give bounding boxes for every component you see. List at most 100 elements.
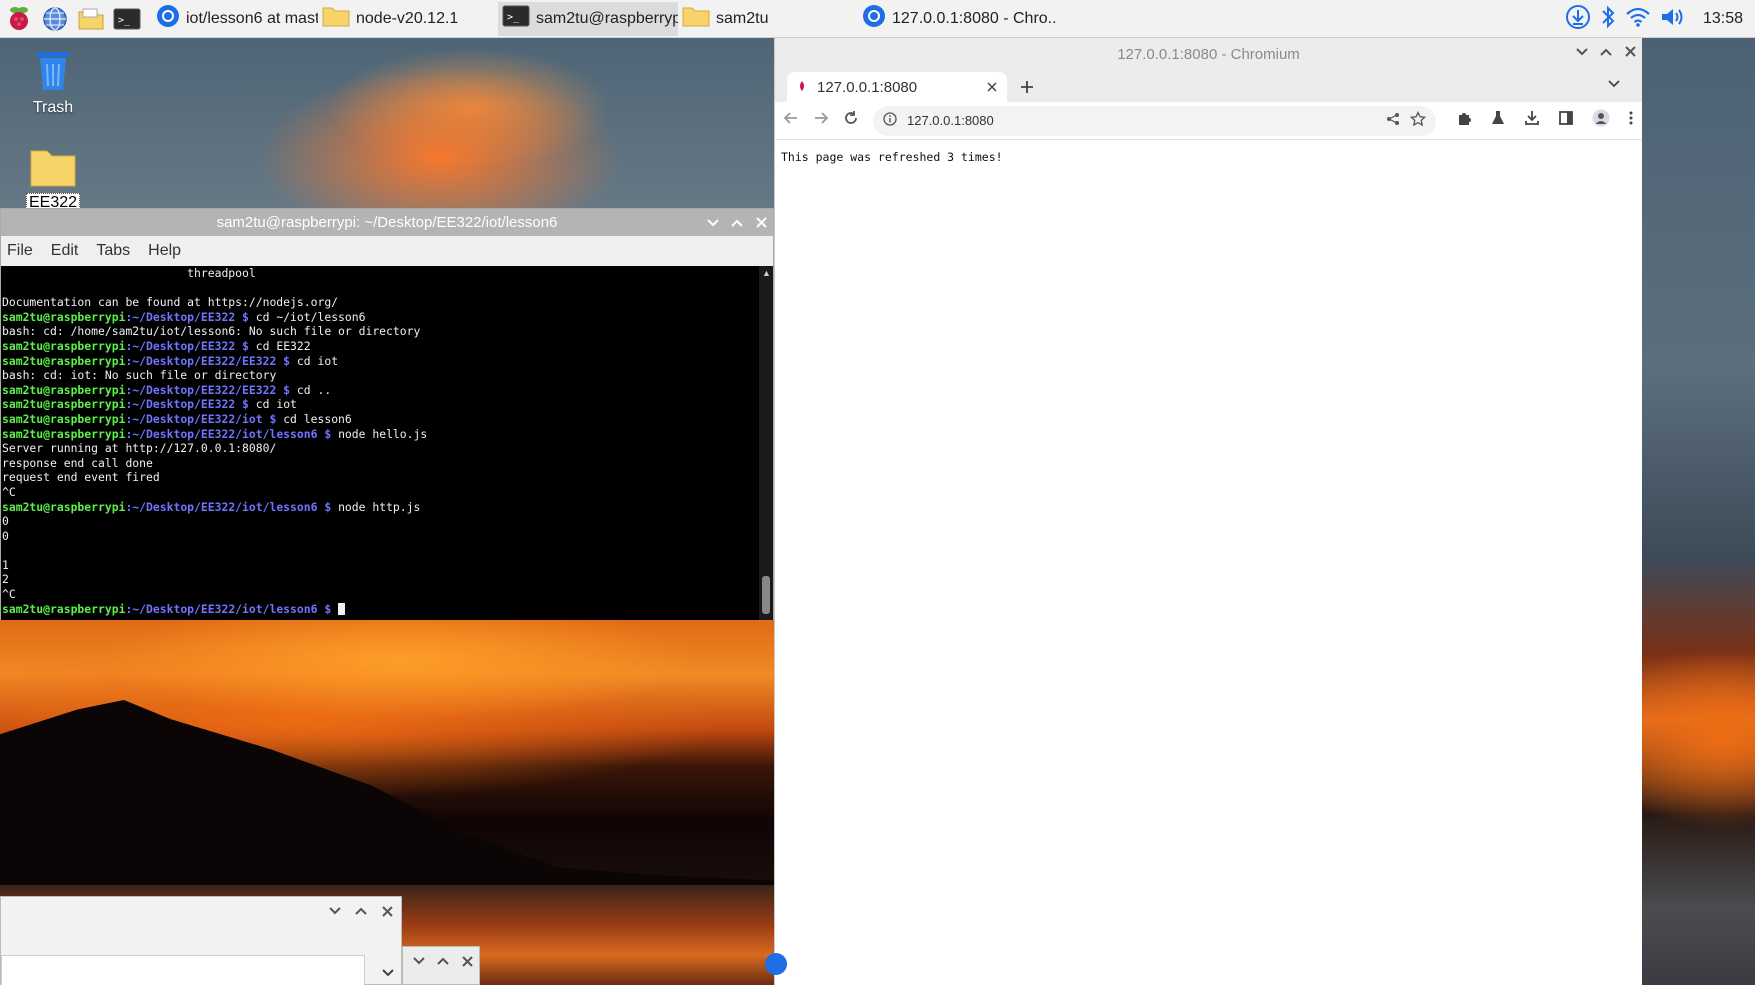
prompt-user: sam2tu@raspberrypi [2, 426, 126, 441]
task-github-browser[interactable]: iot/lesson6 at master... [152, 2, 318, 36]
clock[interactable]: 13:58 [1703, 10, 1743, 28]
prompt-command: node hello.js [338, 426, 428, 441]
reload-icon[interactable] [843, 110, 859, 131]
kebab-menu-icon[interactable] [1628, 110, 1634, 131]
tab-title: 127.0.0.1:8080 [817, 78, 918, 96]
prompt-dollar: $ [235, 309, 256, 324]
maximize-icon[interactable] [355, 905, 367, 917]
scrollbar-thumb[interactable] [762, 576, 770, 614]
raspberry-menu-icon[interactable] [2, 2, 36, 36]
prompt-path: :~/Desktop/EE322/iot [125, 411, 263, 426]
minimized-window-panel[interactable] [0, 896, 402, 985]
terminal-output-line: 1 [2, 557, 9, 572]
terminal-output-line: bash: cd: /home/sam2tu/iot/lesson6: No s… [2, 324, 421, 339]
chevron-down-icon[interactable] [707, 217, 719, 229]
terminal-output-line: threadpool [2, 266, 256, 280]
maximize-icon[interactable] [731, 217, 743, 229]
terminal-prompt-line: sam2tu@raspberrypi:~/Desktop/EE322/iot/l… [2, 602, 761, 617]
terminal-output[interactable]: threadpool Documentation can be found at … [1, 266, 761, 620]
terminal-scrollbar[interactable]: ▲ [759, 266, 773, 620]
chevron-down-icon[interactable] [329, 905, 341, 917]
prompt-command: cd iot [255, 397, 297, 412]
close-icon[interactable] [755, 217, 767, 229]
terminal-output-line: 2 [2, 572, 9, 587]
wifi-icon[interactable] [1625, 5, 1651, 34]
prompt-dollar: $ [235, 338, 256, 353]
prompt-command: node http.js [338, 499, 421, 514]
terminal-output-line: ^C [2, 587, 16, 602]
maximize-icon[interactable] [437, 955, 449, 967]
updates-download-icon[interactable] [1565, 4, 1591, 35]
close-icon[interactable] [381, 905, 393, 917]
scroll-up-icon[interactable]: ▲ [762, 268, 771, 278]
terminal-prompt-line: sam2tu@raspberrypi:~/Desktop/EE322/EE322… [2, 354, 761, 369]
share-icon[interactable] [1386, 112, 1400, 129]
tab-localhost[interactable]: 127.0.0.1:8080 [787, 72, 1007, 102]
web-page-content: This page was refreshed 3 times! [775, 140, 1642, 174]
menu-file[interactable]: File [7, 242, 33, 260]
chevron-down-icon[interactable] [1576, 46, 1588, 58]
terminal-prompt-line: sam2tu@raspberrypi:~/Desktop/EE322 $ cd … [2, 397, 761, 412]
chromium-titlebar[interactable]: 127.0.0.1:8080 - Chromium [775, 38, 1642, 70]
terminal-window: sam2tu@raspberrypi: ~/Desktop/EE322/iot/… [0, 208, 774, 620]
file-manager-icon[interactable] [74, 2, 108, 36]
new-tab-button[interactable] [1019, 72, 1035, 102]
address-bar[interactable]: 127.0.0.1:8080 [873, 105, 1436, 136]
task-label: sam2tu [716, 9, 769, 27]
prompt-user: sam2tu@raspberrypi [2, 411, 126, 426]
back-arrow-icon[interactable] [783, 110, 799, 131]
terminal-titlebar[interactable]: sam2tu@raspberrypi: ~/Desktop/EE322/iot/… [1, 209, 773, 236]
bookmark-star-icon[interactable] [1409, 110, 1427, 130]
menu-tabs[interactable]: Tabs [96, 242, 130, 260]
terminal-prompt-line: sam2tu@raspberrypi:~/Desktop/EE322 $ cd … [2, 310, 761, 325]
terminal-output-line: Server running at http://127.0.0.1:8080/ [2, 441, 277, 456]
task-home-folder[interactable]: sam2tu [678, 2, 858, 36]
prompt-user: sam2tu@raspberrypi [2, 601, 126, 616]
wallpaper-right-strip [1642, 38, 1755, 985]
terminal-icon: >_ [502, 5, 530, 32]
minimized-window-controls[interactable] [402, 946, 480, 985]
prompt-path: :~/Desktop/EE322/EE322 [125, 353, 277, 368]
side-panel-icon[interactable] [1558, 110, 1574, 131]
tab-strip: 127.0.0.1:8080 [775, 70, 1642, 102]
dialog-input-field[interactable] [1, 955, 394, 985]
prompt-dollar: $ [317, 426, 339, 441]
task-terminal[interactable]: >_ sam2tu@raspberrypi... [498, 1, 678, 36]
browser-toolbar: 127.0.0.1:8080 [775, 102, 1642, 140]
desktop-icon-ee322[interactable]: EE322 [8, 146, 98, 213]
extensions-icon[interactable] [1456, 110, 1472, 131]
forward-arrow-icon[interactable] [813, 110, 829, 131]
labs-flask-icon[interactable] [1490, 110, 1506, 131]
desktop-icon-label: Trash [32, 99, 74, 116]
folder-icon [682, 5, 710, 32]
dropdown-chevron-icon[interactable] [382, 964, 394, 982]
maximize-icon[interactable] [1600, 46, 1612, 58]
close-icon[interactable] [461, 955, 473, 967]
tab-search-icon[interactable] [1608, 76, 1620, 91]
close-tab-icon[interactable] [987, 79, 997, 96]
download-icon[interactable] [1524, 110, 1540, 131]
web-browser-icon[interactable] [38, 2, 72, 36]
terminal-launcher-icon[interactable]: >_ [110, 2, 144, 36]
plus-icon [1021, 81, 1033, 93]
task-chromium-localhost[interactable]: 127.0.0.1:8080 - Chro... [858, 2, 1058, 36]
svg-text:>_: >_ [507, 12, 520, 23]
folder-icon [30, 150, 76, 187]
prompt-dollar: $ [235, 397, 256, 412]
pointer-indicator [765, 953, 787, 975]
desktop-icon-trash[interactable]: Trash [8, 46, 98, 117]
profile-avatar-icon[interactable] [1592, 109, 1610, 132]
close-icon[interactable] [1624, 46, 1636, 58]
terminal-menubar: File Edit Tabs Help [1, 236, 773, 266]
menu-edit[interactable]: Edit [51, 242, 79, 260]
menu-help[interactable]: Help [148, 242, 181, 260]
chevron-down-icon[interactable] [413, 955, 425, 967]
prompt-user: sam2tu@raspberrypi [2, 309, 126, 324]
bluetooth-icon[interactable] [1599, 4, 1617, 35]
site-info-icon[interactable] [883, 112, 897, 129]
volume-icon[interactable] [1659, 5, 1685, 34]
terminal-prompt-line: sam2tu@raspberrypi:~/Desktop/EE322/iot/l… [2, 500, 761, 515]
task-node-folder[interactable]: node-v20.12.1 [318, 2, 498, 36]
trash-icon [37, 52, 69, 90]
